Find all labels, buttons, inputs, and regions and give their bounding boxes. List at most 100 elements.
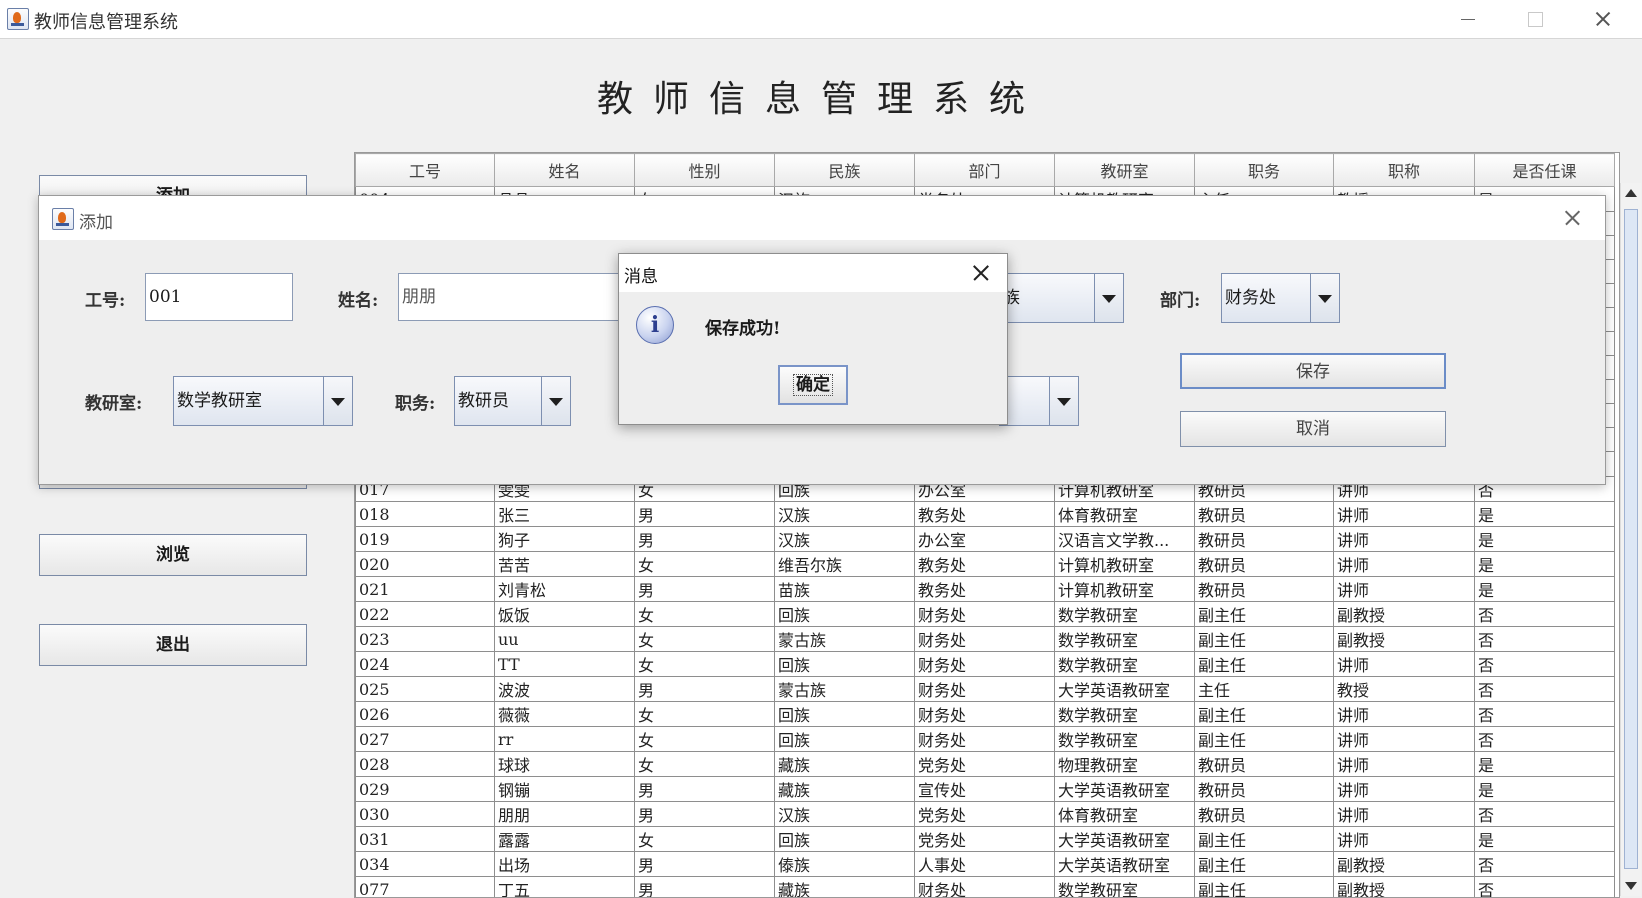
table-cell[interactable]: 讲师 [1334,527,1475,552]
table-cell[interactable]: 女 [635,702,775,727]
column-header[interactable]: 工号 [356,154,495,187]
table-cell[interactable]: 男 [635,577,775,602]
table-cell[interactable]: 是 [1475,752,1615,777]
table-row[interactable]: 023uu女蒙古族财务处数学教研室副主任副教授否 [356,627,1615,652]
table-cell[interactable]: 030 [356,802,495,827]
table-cell[interactable]: 露露 [495,827,635,852]
table-cell[interactable]: 回族 [775,727,915,752]
position-combo[interactable]: 教研员 [454,376,571,426]
table-cell[interactable]: 丁五 [495,877,635,898]
table-cell[interactable]: 否 [1475,877,1615,898]
table-cell[interactable]: 人事处 [915,852,1055,877]
ok-button[interactable]: 确定 [778,365,848,405]
table-cell[interactable]: 数学教研室 [1055,727,1195,752]
dept-combo[interactable]: 财务处 [1221,273,1340,323]
table-cell[interactable]: 教研员 [1195,502,1334,527]
table-cell[interactable]: 副教授 [1334,602,1475,627]
minimize-button[interactable] [1435,0,1501,38]
table-cell[interactable]: 数学教研室 [1055,877,1195,898]
table-cell[interactable]: 024 [356,652,495,677]
table-cell[interactable]: 党务处 [915,802,1055,827]
table-cell[interactable]: 否 [1475,602,1615,627]
table-cell[interactable]: 傣族 [775,852,915,877]
table-row[interactable]: 019狗子男汉族办公室汉语言文学教...教研员讲师是 [356,527,1615,552]
table-cell[interactable]: 否 [1475,702,1615,727]
chevron-down-icon[interactable] [323,377,352,425]
table-cell[interactable]: 否 [1475,652,1615,677]
table-cell[interactable]: 副主任 [1195,877,1334,898]
table-cell[interactable]: uu [495,627,635,652]
table-cell[interactable]: 女 [635,602,775,627]
table-cell[interactable]: 男 [635,527,775,552]
table-cell[interactable]: 讲师 [1334,727,1475,752]
table-cell[interactable]: 汉族 [775,502,915,527]
table-cell[interactable]: 讲师 [1334,702,1475,727]
maximize-button[interactable] [1502,0,1568,38]
table-cell[interactable]: 018 [356,502,495,527]
table-cell[interactable]: 副教授 [1334,627,1475,652]
table-cell[interactable]: 体育教研室 [1055,802,1195,827]
table-row[interactable]: 018张三男汉族教务处体育教研室教研员讲师是 [356,502,1615,527]
table-cell[interactable]: 讲师 [1334,552,1475,577]
table-cell[interactable]: 苦苦 [495,552,635,577]
table-cell[interactable]: 教研员 [1195,527,1334,552]
scroll-down-arrow-icon[interactable] [1625,882,1637,890]
column-header[interactable]: 部门 [915,154,1055,187]
table-cell[interactable]: 副主任 [1195,852,1334,877]
scroll-thumb[interactable] [1624,209,1638,869]
table-cell[interactable]: 大学英语教研室 [1055,677,1195,702]
table-cell[interactable]: 蒙古族 [775,627,915,652]
table-cell[interactable]: 副主任 [1195,652,1334,677]
table-cell[interactable]: rr [495,727,635,752]
cancel-button[interactable]: 取消 [1180,411,1446,447]
table-cell[interactable]: 党务处 [915,752,1055,777]
table-cell[interactable]: 党务处 [915,827,1055,852]
chevron-down-icon[interactable] [541,377,570,425]
table-cell[interactable]: 副主任 [1195,627,1334,652]
table-cell[interactable]: 钢镚 [495,777,635,802]
table-cell[interactable]: 教研员 [1195,752,1334,777]
table-row[interactable]: 028球球女藏族党务处物理教研室教研员讲师是 [356,752,1615,777]
table-row[interactable]: 031露露女回族党务处大学英语教研室副主任讲师是 [356,827,1615,852]
table-cell[interactable]: 副教授 [1334,852,1475,877]
table-cell[interactable]: 男 [635,502,775,527]
table-cell[interactable]: 男 [635,852,775,877]
save-button[interactable]: 保存 [1180,353,1446,389]
table-cell[interactable]: 汉语言文学教... [1055,527,1195,552]
table-cell[interactable]: 张三 [495,502,635,527]
table-cell[interactable]: 计算机教研室 [1055,577,1195,602]
table-cell[interactable]: 027 [356,727,495,752]
column-header[interactable]: 职务 [1195,154,1334,187]
table-row[interactable]: 022饭饭女回族财务处数学教研室副主任副教授否 [356,602,1615,627]
table-cell[interactable]: 029 [356,777,495,802]
table-row[interactable]: 024TT女回族财务处数学教研室副主任讲师否 [356,652,1615,677]
table-cell[interactable]: 蒙古族 [775,677,915,702]
table-cell[interactable]: 回族 [775,702,915,727]
table-cell[interactable]: 副主任 [1195,827,1334,852]
table-cell[interactable]: 026 [356,702,495,727]
table-cell[interactable]: 财务处 [915,877,1055,898]
table-row[interactable]: 077丁五男藏族财务处数学教研室副主任副教授否 [356,877,1615,898]
table-cell[interactable]: 大学英语教研室 [1055,777,1195,802]
table-cell[interactable]: 汉族 [775,802,915,827]
table-cell[interactable]: 女 [635,727,775,752]
table-cell[interactable]: 是 [1475,577,1615,602]
table-cell[interactable]: 女 [635,552,775,577]
table-cell[interactable]: 女 [635,752,775,777]
table-cell[interactable]: 计算机教研室 [1055,552,1195,577]
chevron-down-icon[interactable] [1049,377,1078,425]
table-cell[interactable]: 藏族 [775,752,915,777]
table-cell[interactable]: 薇薇 [495,702,635,727]
table-cell[interactable]: 020 [356,552,495,577]
table-row[interactable]: 021刘青松男苗族教务处计算机教研室教研员讲师是 [356,577,1615,602]
table-cell[interactable]: 教研员 [1195,552,1334,577]
ethnic-combo[interactable]: 族 [999,273,1124,323]
table-cell[interactable]: 物理教研室 [1055,752,1195,777]
table-cell[interactable]: 女 [635,652,775,677]
table-cell[interactable]: 女 [635,627,775,652]
office-combo[interactable]: 数学教研室 [173,376,353,426]
exit-button[interactable]: 退出 [39,624,307,666]
title-combo[interactable] [999,376,1079,426]
table-cell[interactable]: 022 [356,602,495,627]
table-cell[interactable]: 出场 [495,852,635,877]
